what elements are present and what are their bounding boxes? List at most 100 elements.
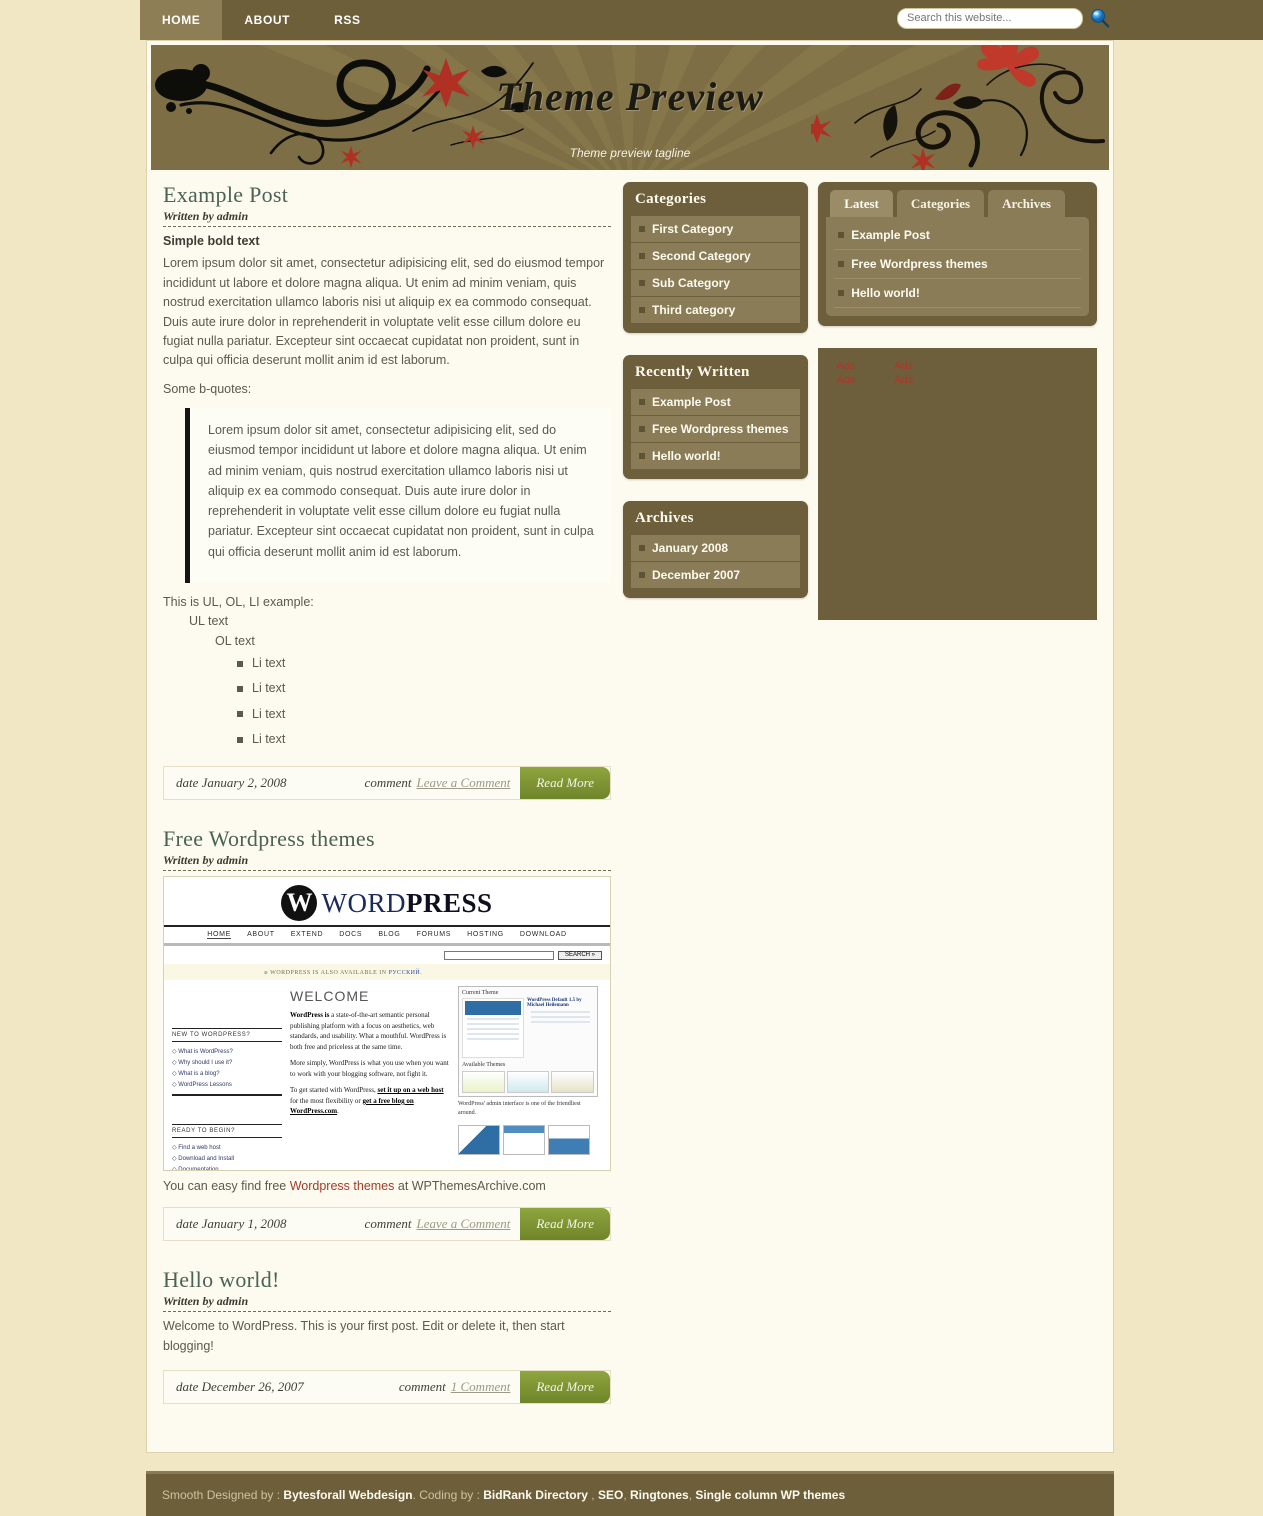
- nav-item-about[interactable]: ABOUT: [222, 0, 312, 40]
- wp-panel-caption: WordPress' admin interface is one of the…: [458, 1101, 581, 1116]
- recent-post-link[interactable]: Hello world!: [652, 449, 721, 463]
- tab-panel-list: Example Post Free Wordpress themes Hello…: [834, 221, 1081, 308]
- widget-list-item[interactable]: January 2008: [631, 535, 801, 562]
- read-more-button[interactable]: Read More: [520, 1208, 610, 1241]
- widget-list-item[interactable]: Example Post: [631, 389, 801, 416]
- category-link[interactable]: Sub Category: [652, 276, 730, 290]
- list-example: This is UL, OL, LI example: UL text OL t…: [163, 593, 611, 753]
- square-bullet-icon: [639, 307, 645, 313]
- page-container: Theme Preview Theme preview tagline Exam…: [146, 40, 1114, 1454]
- footer-link-bidrank[interactable]: BidRank Directory: [483, 1488, 588, 1502]
- wordpress-logo: W WORDPRESS: [164, 877, 610, 925]
- wp-col-right: Current Theme WordPress Default 1.5 by M…: [458, 986, 598, 1170]
- wp-nav-about: ABOUT: [247, 931, 275, 939]
- widget-list-item[interactable]: December 2007: [631, 562, 801, 588]
- read-more-button[interactable]: Read More: [520, 1371, 610, 1404]
- nav-item-rss[interactable]: RSS: [312, 0, 382, 40]
- list-item: Li text: [237, 702, 611, 727]
- date-value: December 26, 2007: [201, 1379, 304, 1395]
- wp-nav-blog: BLOG: [378, 931, 401, 939]
- archive-link[interactable]: December 2007: [652, 568, 740, 582]
- tab-post-link[interactable]: Free Wordpress themes: [851, 257, 988, 271]
- ad-slot[interactable]: Ads: [894, 360, 928, 372]
- post-byline: Written by admin: [163, 1294, 611, 1313]
- note-after: at WPThemesArchive.com: [394, 1179, 546, 1194]
- category-link[interactable]: Second Category: [652, 249, 751, 263]
- wordpress-org-screenshot-image: W WORDPRESS HOME ABOUT EXTEND DOCS BLOG …: [163, 876, 611, 1172]
- recent-post-link[interactable]: Free Wordpress themes: [652, 422, 789, 436]
- tab-post-link[interactable]: Example Post: [851, 228, 930, 242]
- square-bullet-icon: [838, 290, 845, 296]
- tab-categories[interactable]: Categories: [896, 190, 985, 217]
- wp-nav-forums: FORUMS: [416, 931, 452, 939]
- wp-thumb: [503, 1125, 545, 1156]
- square-bullet-icon: [639, 572, 645, 578]
- nav-item-home[interactable]: HOME: [140, 0, 223, 40]
- post-title[interactable]: Example Post: [163, 182, 611, 208]
- wp-theme-name: WordPress Default 1.5 by Michael Heilema…: [527, 998, 582, 1009]
- read-more-button[interactable]: Read More: [520, 767, 610, 800]
- wp-col1-heading: NEW TO WORDPRESS?: [172, 1028, 282, 1043]
- ad-slot[interactable]: Ads: [894, 374, 928, 386]
- widget-recently-written: Recently Written Example Post Free Wordp…: [623, 355, 809, 479]
- comment-link[interactable]: Leave a Comment: [416, 1216, 510, 1232]
- ad-slot[interactable]: Ads: [836, 360, 870, 372]
- wp-paragraph-2: More simply, WordPress is what you use w…: [290, 1059, 449, 1078]
- archive-link[interactable]: January 2008: [652, 541, 728, 555]
- comment-link[interactable]: 1 Comment: [451, 1379, 511, 1395]
- wp-col-left: NEW TO WORDPRESS? ◇ What is WordPress? ◇…: [172, 986, 282, 1172]
- wp-link: ◇ Documentation: [172, 1167, 219, 1172]
- wp-available-themes-title: Available Themes: [462, 1062, 506, 1069]
- square-bullet-icon: [237, 660, 243, 667]
- widget-list-item[interactable]: Third category: [631, 297, 801, 323]
- wp-search-row: SEARCH »: [164, 946, 610, 964]
- widget-list-item[interactable]: Hello world!: [631, 443, 801, 469]
- tab-post-link[interactable]: Hello world!: [851, 286, 920, 300]
- wp-ru-after: .: [420, 970, 423, 977]
- post-title[interactable]: Free Wordpress themes: [163, 826, 611, 852]
- widget-list-item[interactable]: First Category: [631, 216, 801, 243]
- post-byline: Written by admin: [163, 209, 611, 227]
- comment-link[interactable]: Leave a Comment: [416, 775, 510, 791]
- footer-link-seo[interactable]: SEO: [598, 1488, 623, 1502]
- top-navigation-bar: HOME ABOUT RSS: [140, 0, 1263, 40]
- post-title[interactable]: Hello world!: [163, 1267, 611, 1293]
- list-item-label: Li text: [252, 655, 286, 670]
- wp-nav-download: DOWNLOAD: [519, 931, 567, 939]
- tab-latest[interactable]: Latest: [830, 190, 893, 217]
- tab-list-item[interactable]: Free Wordpress themes: [834, 250, 1081, 279]
- wp-welcome-heading: WELCOME: [290, 988, 370, 1005]
- wp-admin-preview-panel: Current Theme WordPress Default 1.5 by M…: [458, 986, 598, 1098]
- wp-panel-title: Current Theme: [462, 990, 499, 997]
- wp-thumb: [458, 1125, 500, 1156]
- wp-link: ◇ Why should I use it?: [172, 1060, 233, 1067]
- wp-paragraph-3: To get started with WordPress, set it up…: [290, 1085, 450, 1117]
- search-input[interactable]: [897, 7, 1083, 29]
- wp-nav: HOME ABOUT EXTEND DOCS BLOG FORUMS HOSTI…: [164, 927, 610, 943]
- wp-nav-hosting: HOSTING: [467, 931, 504, 939]
- footer-link-single-column[interactable]: Single column WP themes: [695, 1488, 845, 1502]
- tab-archives[interactable]: Archives: [988, 190, 1065, 217]
- recent-post-link[interactable]: Example Post: [652, 395, 731, 409]
- wordpress-themes-link[interactable]: Wordpress themes: [290, 1179, 395, 1193]
- tab-list-item[interactable]: Example Post: [834, 221, 1081, 250]
- ad-slot[interactable]: Ads: [836, 374, 870, 386]
- post-comment: comment Leave a Comment: [365, 1208, 521, 1240]
- wp-nav-docs: DOCS: [339, 931, 363, 939]
- tab-list-item[interactable]: Hello world!: [834, 279, 1081, 308]
- footer-designer-link[interactable]: Bytesforall Webdesign: [283, 1488, 412, 1502]
- widget-list: Example Post Free Wordpress themes Hello…: [631, 389, 801, 469]
- category-link[interactable]: First Category: [652, 222, 733, 236]
- widget-list-item[interactable]: Sub Category: [631, 270, 801, 297]
- list-item: Li text: [237, 676, 611, 701]
- widget-list-item[interactable]: Free Wordpress themes: [631, 416, 801, 443]
- search-button[interactable]: [1089, 7, 1111, 29]
- category-link[interactable]: Third category: [652, 303, 735, 317]
- widget-list-item[interactable]: Second Category: [631, 243, 801, 270]
- widget-list: January 2008 December 2007: [631, 535, 801, 588]
- footer-link-ringtones[interactable]: Ringtones: [630, 1488, 689, 1502]
- comment-label: comment: [364, 1216, 412, 1232]
- top-nav-items: HOME ABOUT RSS: [140, 0, 383, 40]
- wp-p3-mid: for the most flexibility or: [290, 1096, 363, 1105]
- wp-thumb: [548, 1125, 590, 1156]
